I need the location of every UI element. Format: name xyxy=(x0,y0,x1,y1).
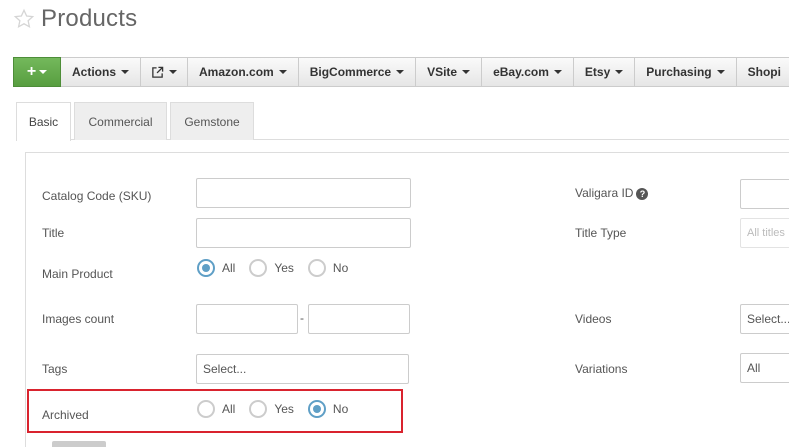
caret-down-icon xyxy=(278,70,287,74)
range-dash: - xyxy=(300,311,304,325)
vsite-dropdown[interactable]: VSite xyxy=(416,57,483,87)
radio-unchecked-icon xyxy=(249,259,268,277)
question-circle-icon[interactable]: ? xyxy=(636,187,649,200)
variations-select[interactable]: All xyxy=(740,353,789,383)
title-type-label: Title Type xyxy=(575,226,627,240)
bigcommerce-label: BigCommerce xyxy=(309,65,392,79)
purchasing-label: Purchasing xyxy=(646,65,712,79)
page-title: Products xyxy=(41,5,138,32)
main-product-all-radio[interactable]: All xyxy=(197,259,235,277)
amazon-label: Amazon.com xyxy=(199,65,274,79)
valigara-id-input[interactable] xyxy=(740,179,789,209)
images-count-max-input[interactable] xyxy=(308,304,410,334)
main-product-yes-radio[interactable]: Yes xyxy=(249,259,294,277)
variations-label: Variations xyxy=(575,362,628,376)
caret-down-icon xyxy=(121,70,130,74)
caret-down-icon xyxy=(462,70,471,74)
tags-label: Tags xyxy=(42,362,68,376)
valigara-id-label: Valigara ID? xyxy=(575,186,649,200)
external-link-icon xyxy=(152,66,164,78)
caret-down-icon xyxy=(615,70,624,74)
catalog-code-input[interactable] xyxy=(196,178,411,208)
add-button[interactable]: + xyxy=(13,57,61,87)
images-count-min-input[interactable] xyxy=(196,304,298,334)
radio-checked-icon xyxy=(197,259,215,277)
tab-basic[interactable]: Basic xyxy=(16,102,71,141)
tab-commercial[interactable]: Commercial xyxy=(74,102,167,140)
tab-gemstone[interactable]: Gemstone xyxy=(170,102,254,140)
toolbar: + Actions Amazon.com BigCommerce VSite e… xyxy=(13,57,789,87)
title-label: Title xyxy=(42,226,65,240)
title-type-select[interactable]: All titles xyxy=(740,218,789,248)
title-input[interactable] xyxy=(196,218,411,248)
images-count-label: Images count xyxy=(42,312,115,326)
valigara-id-text: Valigara ID xyxy=(575,186,634,200)
radio-label: All xyxy=(222,261,236,275)
shopify-dropdown[interactable]: Shopi xyxy=(736,57,789,87)
catalog-code-label: Catalog Code (SKU) xyxy=(42,189,152,203)
search-button[interactable] xyxy=(52,441,106,447)
etsy-label: Etsy xyxy=(584,65,611,79)
caret-down-icon xyxy=(169,70,178,74)
videos-label: Videos xyxy=(575,312,612,326)
radio-unchecked-icon xyxy=(307,259,326,277)
ebay-dropdown[interactable]: eBay.com xyxy=(482,57,574,87)
radio-label: Yes xyxy=(274,261,294,275)
amazon-dropdown[interactable]: Amazon.com xyxy=(188,57,299,87)
main-product-label: Main Product xyxy=(42,267,113,281)
archived-highlight-box xyxy=(27,389,403,433)
etsy-dropdown[interactable]: Etsy xyxy=(573,57,636,87)
tags-select[interactable]: Select... xyxy=(196,354,409,384)
caret-down-icon xyxy=(396,70,405,74)
purchasing-dropdown[interactable]: Purchasing xyxy=(635,57,737,87)
actions-dropdown[interactable]: Actions xyxy=(61,57,142,87)
bigcommerce-dropdown[interactable]: BigCommerce xyxy=(298,57,417,87)
page-header: Products xyxy=(13,4,137,34)
shopify-label: Shopi xyxy=(747,65,781,79)
vsite-label: VSite xyxy=(427,65,458,79)
videos-select[interactable]: Select... xyxy=(740,304,789,334)
ebay-label: eBay.com xyxy=(493,65,549,79)
star-outline-icon[interactable] xyxy=(13,8,35,30)
caret-down-icon xyxy=(716,70,725,74)
caret-down-icon xyxy=(553,70,562,74)
plus-icon: + xyxy=(26,63,37,80)
caret-down-icon xyxy=(39,70,48,74)
main-product-radio-group: All Yes No xyxy=(197,259,362,277)
external-link-dropdown[interactable] xyxy=(141,57,189,87)
main-product-no-radio[interactable]: No xyxy=(307,259,349,277)
tab-bar: Basic Commercial Gemstone xyxy=(16,102,789,141)
actions-label: Actions xyxy=(72,65,117,79)
radio-label: No xyxy=(332,261,349,275)
